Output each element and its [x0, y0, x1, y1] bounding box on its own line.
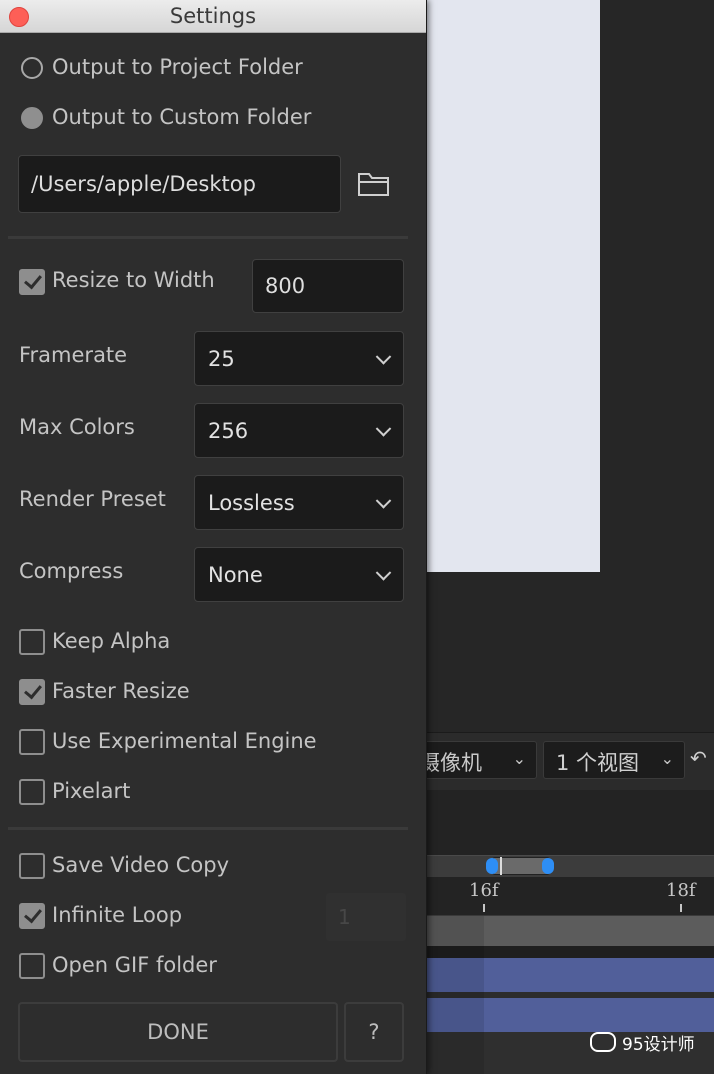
open-gif-folder-checkbox[interactable] [19, 953, 45, 979]
folder-icon[interactable] [357, 170, 391, 198]
resize-width-input[interactable]: 800 [252, 259, 404, 313]
chevron-down-icon: ⌄ [512, 749, 526, 768]
faster-resize-checkbox[interactable] [19, 679, 45, 705]
output-project-label: Output to Project Folder [52, 55, 303, 79]
infinite-loop-checkbox[interactable] [19, 903, 45, 929]
composition-canvas[interactable] [426, 0, 600, 572]
faster-resize-label: Faster Resize [52, 679, 190, 703]
watermark: 95设计师 [590, 1030, 695, 1055]
max-colors-value: 256 [208, 418, 249, 443]
timeline-navigator[interactable] [426, 855, 714, 878]
compress-select[interactable]: None [194, 547, 404, 602]
pixelart-label: Pixelart [52, 779, 131, 803]
wechat-icon [590, 1032, 616, 1052]
view-layout-select[interactable]: 1 个视图 ⌄ [543, 741, 685, 779]
chevron-down-icon [375, 348, 392, 365]
render-preset-label: Render Preset [19, 487, 166, 511]
done-button-label: DONE [147, 1020, 209, 1044]
keep-alpha-checkbox[interactable] [19, 629, 45, 655]
save-video-copy-checkbox[interactable] [19, 853, 45, 879]
window-title: Settings [169, 4, 257, 28]
playhead-region [426, 916, 484, 1074]
ruler-label-16f: 16f [469, 880, 499, 901]
help-button-label: ? [368, 1020, 380, 1044]
save-video-copy-label: Save Video Copy [52, 853, 230, 877]
render-preset-select[interactable]: Lossless [194, 475, 404, 530]
compress-label: Compress [19, 559, 124, 583]
max-colors-select[interactable]: 256 [194, 403, 404, 458]
output-project-radio[interactable] [21, 57, 43, 79]
loop-count-input: 1 [326, 893, 406, 941]
pixelart-checkbox[interactable] [19, 779, 45, 805]
experimental-engine-label: Use Experimental Engine [52, 729, 317, 753]
keep-alpha-label: Keep Alpha [52, 629, 171, 653]
ruler-label-18f: 18f [666, 880, 696, 901]
watermark-text: 95设计师 [622, 1035, 695, 1055]
work-area-start-handle[interactable] [486, 858, 498, 874]
framerate-value: 25 [208, 346, 235, 371]
camera-select-label: 摄像机 [419, 751, 482, 775]
resize-width-value: 800 [265, 274, 306, 298]
max-colors-label: Max Colors [19, 415, 135, 439]
ruler-tick [680, 904, 682, 912]
help-button[interactable]: ? [344, 1002, 404, 1062]
done-button[interactable]: DONE [18, 1002, 338, 1062]
output-custom-label: Output to Custom Folder [52, 105, 312, 129]
loop-count-value: 1 [338, 905, 351, 929]
checkmark-icon [24, 904, 42, 924]
open-gif-folder-label: Open GIF folder [52, 953, 217, 977]
output-custom-radio[interactable] [21, 107, 43, 129]
timeline-header [426, 790, 714, 856]
section-divider [8, 236, 408, 239]
checkmark-icon [24, 680, 42, 700]
ruler-tick [483, 904, 485, 912]
work-area-end-handle[interactable] [542, 858, 554, 874]
chevron-down-icon [375, 492, 392, 509]
experimental-engine-checkbox[interactable] [19, 729, 45, 755]
chevron-down-icon [375, 420, 392, 437]
render-preset-value: Lossless [208, 490, 295, 515]
output-path-value: /Users/apple/Desktop [31, 172, 256, 196]
checkmark-icon [24, 270, 42, 290]
view-layout-label: 1 个视图 [556, 751, 640, 775]
reset-view-icon[interactable]: ↶ [690, 746, 714, 772]
framerate-label: Framerate [19, 343, 128, 367]
chevron-down-icon: ⌄ [660, 749, 674, 768]
section-divider [8, 827, 408, 830]
compress-value: None [208, 562, 263, 587]
output-path-field[interactable]: /Users/apple/Desktop [18, 155, 341, 213]
chevron-down-icon [375, 564, 392, 581]
resize-label: Resize to Width [52, 268, 215, 292]
playhead-marker[interactable] [500, 857, 502, 875]
resize-checkbox[interactable] [19, 269, 45, 295]
framerate-select[interactable]: 25 [194, 331, 404, 386]
infinite-loop-label: Infinite Loop [52, 903, 183, 927]
camera-select[interactable]: 摄像机 ⌄ [418, 741, 537, 779]
